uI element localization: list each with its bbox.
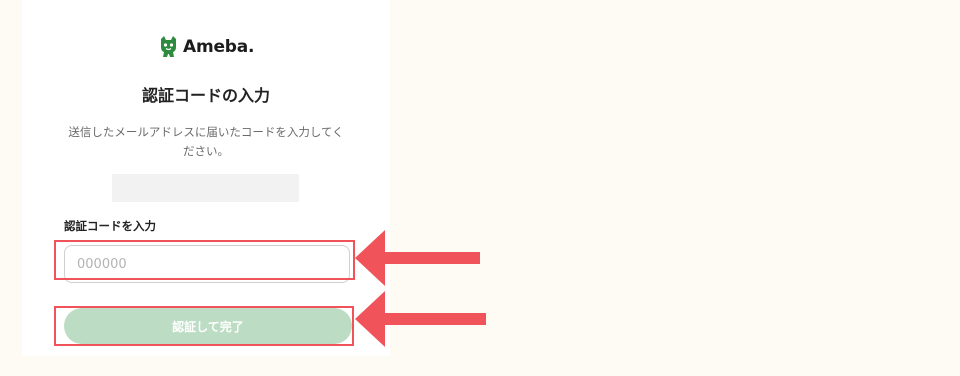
arrow-left-icon <box>355 230 480 286</box>
instruction-text: 送信したメールアドレスに届いたコードを入力してく ださい。 <box>22 123 390 161</box>
verification-card: Ameba. 認証コードの入力 送信したメールアドレスに届いたコードを入力してく… <box>22 0 390 356</box>
instruction-line-1: 送信したメールアドレスに届いたコードを入力してく <box>68 125 344 139</box>
button-highlight-box <box>54 306 354 346</box>
instruction-line-2: ださい。 <box>183 144 229 158</box>
input-highlight-box <box>54 240 355 280</box>
ameba-logo: Ameba. <box>159 36 255 58</box>
ameba-mascot-icon <box>161 36 176 57</box>
logo-text: Ameba. <box>183 37 255 57</box>
page-title: 認証コードの入力 <box>141 86 270 105</box>
code-field-label: 認証コードを入力 <box>64 219 156 233</box>
blurred-email-block <box>112 174 299 202</box>
arrow-left-icon <box>355 291 486 347</box>
